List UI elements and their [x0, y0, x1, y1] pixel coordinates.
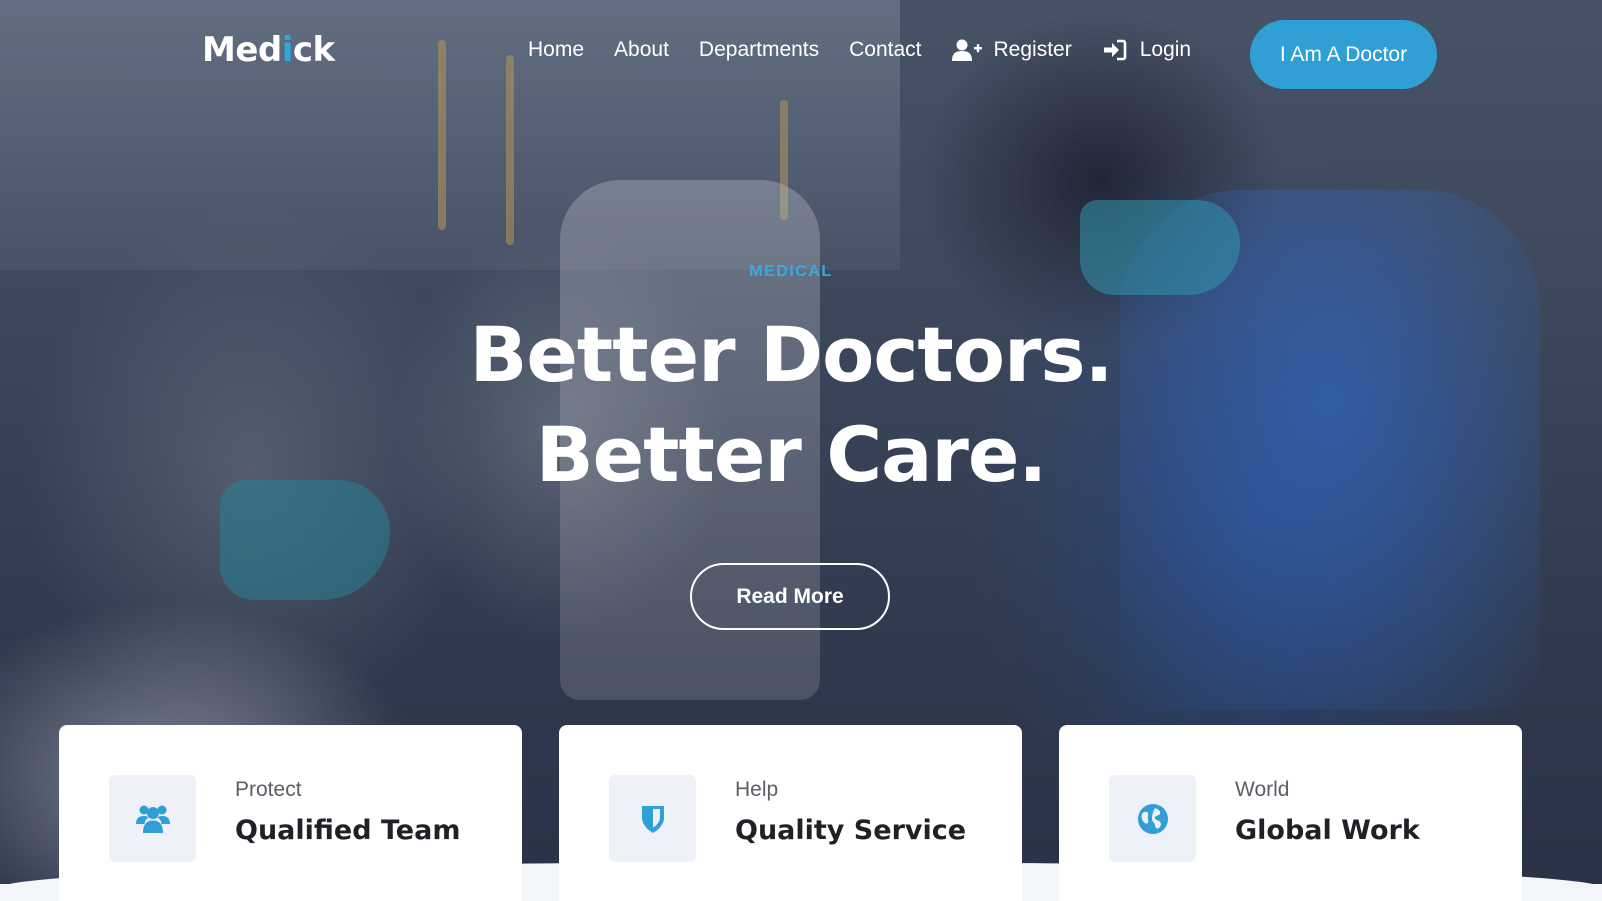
i-am-a-doctor-button[interactable]: I Am A Doctor: [1250, 20, 1437, 89]
top-navigation: Medick Home About Departments Contact Re…: [0, 0, 1602, 108]
globe-icon: [1137, 803, 1168, 834]
feature-card-global-work: World Global Work: [1059, 725, 1522, 901]
feature-title: Qualified Team: [235, 815, 461, 846]
logo-text-start: Med: [202, 30, 282, 70]
feature-card-qualified-team: Protect Qualified Team: [59, 725, 522, 901]
shield-icon: [641, 805, 664, 833]
read-more-button[interactable]: Read More: [690, 563, 890, 630]
feature-title: Quality Service: [735, 815, 967, 846]
logo-text-end: ck: [292, 30, 335, 70]
user-plus-icon: [951, 39, 982, 61]
feature-kicker: Protect: [235, 778, 302, 801]
nav-link-about[interactable]: About: [614, 38, 669, 62]
nav-link-home[interactable]: Home: [528, 38, 584, 62]
hero-headline: Better Doctors. Better Care.: [0, 305, 1582, 505]
nav-link-register[interactable]: Register: [951, 38, 1072, 62]
feature-cards: Protect Qualified Team Help Quality Serv…: [0, 725, 1602, 901]
feature-icon-box: [109, 775, 196, 862]
nav-link-login[interactable]: Login: [1102, 38, 1191, 62]
users-icon: [135, 805, 170, 833]
logo-text-accent: i: [281, 30, 294, 70]
feature-kicker: World: [1235, 778, 1290, 801]
main-menu: Home About Departments Contact Register …: [528, 38, 1221, 62]
nav-link-departments[interactable]: Departments: [699, 38, 819, 62]
nav-link-contact[interactable]: Contact: [849, 38, 921, 62]
feature-kicker: Help: [735, 778, 779, 801]
logo[interactable]: Medick: [202, 30, 335, 70]
sign-in-icon: [1103, 39, 1127, 61]
hero-headline-line-2: Better Care.: [535, 410, 1048, 499]
nav-register-label: Register: [993, 38, 1072, 61]
feature-icon-box: [1109, 775, 1196, 862]
hero-headline-line-1: Better Doctors.: [469, 310, 1113, 399]
feature-card-quality-service: Help Quality Service: [559, 725, 1022, 901]
feature-icon-box: [609, 775, 696, 862]
feature-title: Global Work: [1235, 815, 1420, 846]
hero-eyebrow: MEDICAL: [749, 263, 833, 280]
nav-login-label: Login: [1139, 38, 1192, 61]
